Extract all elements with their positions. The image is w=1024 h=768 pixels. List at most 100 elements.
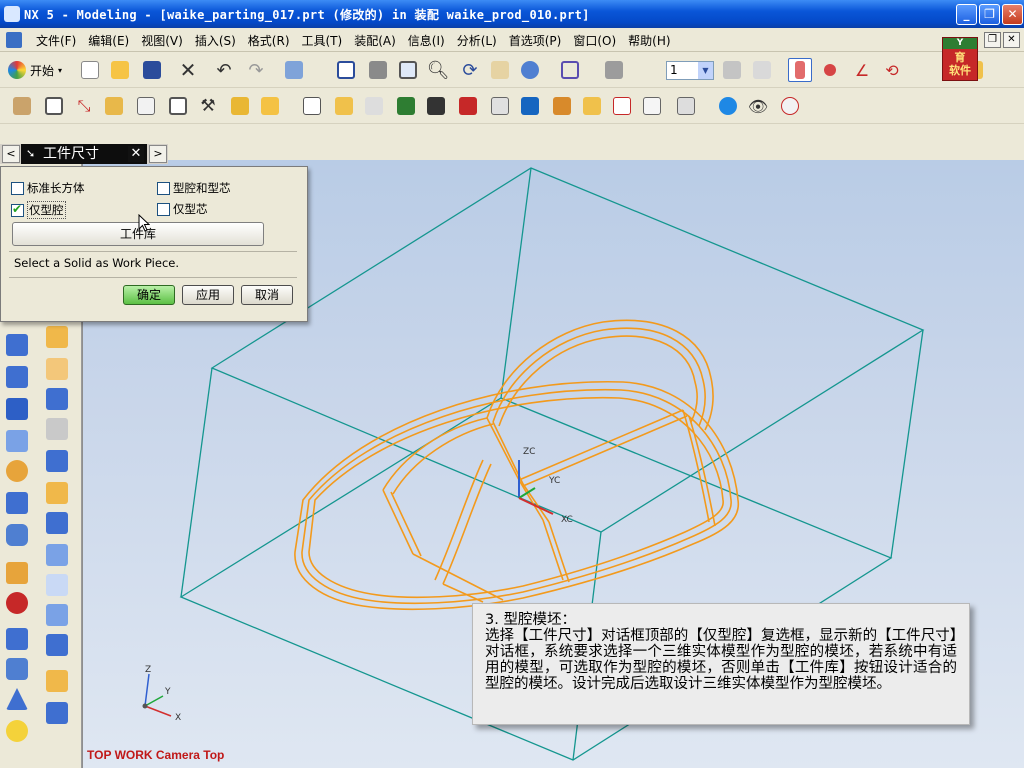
menu-tools[interactable]: 工具(T) <box>296 32 349 49</box>
resource-icon-24[interactable] <box>6 688 28 710</box>
ejector-pin-icon[interactable] <box>332 94 356 118</box>
resource-icon-19[interactable] <box>46 604 68 626</box>
dialog-close-button[interactable]: ✕ <box>128 146 144 162</box>
menu-view[interactable]: 视图(V) <box>135 32 189 49</box>
resource-icon-22[interactable] <box>6 658 28 680</box>
core-only-checkbox[interactable]: 仅型芯 <box>157 201 208 217</box>
view-manager-icon[interactable] <box>674 94 698 118</box>
electrode-icon[interactable] <box>518 94 542 118</box>
menu-help[interactable]: 帮助(H) <box>622 32 676 49</box>
project-init-icon[interactable] <box>10 94 34 118</box>
slider-icon[interactable] <box>362 94 386 118</box>
render-icon[interactable] <box>518 58 542 82</box>
zoom-window-icon[interactable] <box>396 58 420 82</box>
menu-insert[interactable]: 插入(S) <box>189 32 242 49</box>
cavity-layout-icon[interactable] <box>134 94 158 118</box>
doc-close-button[interactable]: ✕ <box>1003 32 1020 48</box>
wcs-origin-icon[interactable] <box>818 58 842 82</box>
trim-icon[interactable] <box>550 94 574 118</box>
wcs-icon[interactable] <box>788 58 812 82</box>
standard-block-box[interactable] <box>11 181 24 195</box>
wcs-orient-icon[interactable]: ⟲ <box>880 58 904 82</box>
resource-icon-4[interactable] <box>46 358 68 380</box>
standard-part-icon[interactable] <box>300 94 324 118</box>
doc-restore-button[interactable]: ❐ <box>984 32 1001 48</box>
open-folder-icon[interactable] <box>108 58 132 82</box>
resource-icon-6[interactable] <box>46 388 68 410</box>
pan-icon[interactable] <box>488 58 512 82</box>
restore-button[interactable]: ❐ <box>979 4 1000 25</box>
redo-icon[interactable]: ↷ <box>244 58 268 82</box>
move-to-layer-icon[interactable] <box>750 58 774 82</box>
resource-icon-16[interactable] <box>46 544 68 566</box>
menu-file[interactable]: 文件(F) <box>30 32 82 49</box>
cavity-only-checkbox[interactable]: 仅型腔 <box>11 201 66 219</box>
fit-view-icon[interactable] <box>334 58 358 82</box>
resource-icon-12[interactable] <box>46 482 68 504</box>
save-icon[interactable] <box>140 58 164 82</box>
parting-icon[interactable] <box>228 94 252 118</box>
core-only-box[interactable] <box>157 202 170 216</box>
menu-assembly[interactable]: 装配(A) <box>348 32 402 49</box>
resource-icon-23[interactable] <box>46 670 68 692</box>
dialog-back-button[interactable]: < <box>2 145 20 163</box>
shrinkage-icon[interactable]: ⤡ <box>72 94 96 118</box>
gate-icon[interactable] <box>424 94 448 118</box>
cooling-icon[interactable] <box>488 94 512 118</box>
menu-analysis[interactable]: 分析(L) <box>451 32 503 49</box>
resource-icon-1[interactable] <box>6 334 28 356</box>
minimize-button[interactable]: _ <box>956 4 977 25</box>
resource-icon-26[interactable] <box>6 720 28 742</box>
delete-x-icon[interactable]: ✕ <box>176 58 200 82</box>
resource-icon-13[interactable] <box>6 524 28 546</box>
cavity-only-box[interactable] <box>11 202 24 217</box>
zoom-icon[interactable]: 🔍︎ <box>426 58 450 82</box>
resource-icon-15[interactable] <box>6 562 28 584</box>
new-file-icon[interactable] <box>78 58 102 82</box>
rotate-icon[interactable]: ⟳ <box>458 58 482 82</box>
mold-base-icon[interactable] <box>258 94 282 118</box>
remove-params-icon[interactable] <box>778 94 802 118</box>
resource-icon-8[interactable] <box>46 418 68 440</box>
layer-settings-icon[interactable] <box>602 58 626 82</box>
globe-icon[interactable] <box>716 94 740 118</box>
wcs-rotate-icon[interactable]: ∠ <box>850 58 874 82</box>
document-menu-icon[interactable] <box>6 32 22 48</box>
shaded-icon[interactable] <box>366 58 390 82</box>
mold-csys-icon[interactable] <box>42 94 66 118</box>
dialog-forward-button[interactable]: > <box>149 145 167 163</box>
resource-icon-11[interactable] <box>6 492 28 514</box>
insert-icon[interactable] <box>394 94 418 118</box>
resource-icon-20[interactable] <box>6 628 28 650</box>
resource-icon-17[interactable] <box>6 592 28 614</box>
undo-icon[interactable]: ↶ <box>212 58 236 82</box>
resource-icon-25[interactable] <box>46 702 68 724</box>
menu-edit[interactable]: 编辑(E) <box>82 32 135 49</box>
standard-block-checkbox[interactable]: 标准长方体 <box>11 180 85 196</box>
bom-icon[interactable] <box>610 94 634 118</box>
menu-preferences[interactable]: 首选项(P) <box>503 32 568 49</box>
snap-view-icon[interactable] <box>282 58 306 82</box>
work-layer-select[interactable]: 1 <box>666 61 714 80</box>
resource-icon-9[interactable] <box>6 460 28 482</box>
menu-window[interactable]: 窗口(O) <box>567 32 622 49</box>
menu-format[interactable]: 格式(R) <box>242 32 296 49</box>
cancel-button[interactable]: 取消 <box>241 285 293 305</box>
resource-icon-18[interactable] <box>46 574 68 596</box>
ok-button[interactable]: 确定 <box>123 285 175 305</box>
menu-information[interactable]: 信息(I) <box>402 32 451 49</box>
resource-icon-21[interactable] <box>46 634 68 656</box>
resource-icon-10[interactable] <box>46 450 68 472</box>
wireframe-cube-icon[interactable] <box>558 58 582 82</box>
resource-icon-14[interactable] <box>46 512 68 534</box>
mold-tools-icon[interactable]: ⚒ <box>196 94 220 118</box>
resource-icon-5[interactable] <box>6 398 28 420</box>
start-button[interactable]: 开始 ▾ <box>8 59 62 81</box>
visibility-eye-icon[interactable]: 👁︎ <box>746 94 770 118</box>
resource-icon-7[interactable] <box>6 430 28 452</box>
resource-icon-2[interactable] <box>46 326 68 348</box>
layer-visible-icon[interactable] <box>720 58 744 82</box>
runner-icon[interactable] <box>456 94 480 118</box>
family-mold-icon[interactable] <box>166 94 190 118</box>
workpiece-icon[interactable] <box>102 94 126 118</box>
